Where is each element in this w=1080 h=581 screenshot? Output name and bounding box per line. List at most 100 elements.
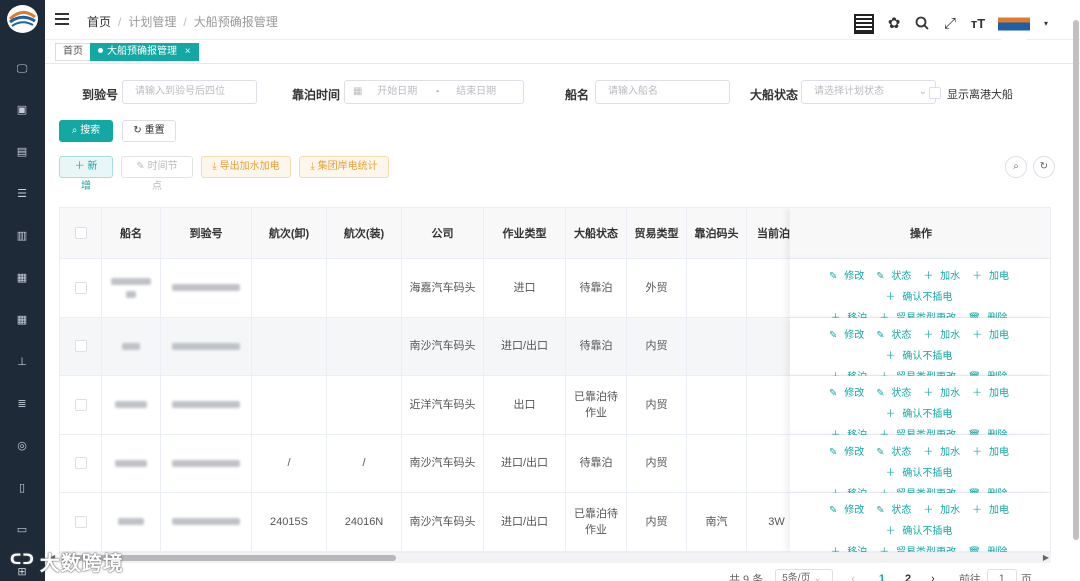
caret-down-icon[interactable]: ▾: [1042, 16, 1050, 32]
cell-op-type: 进口/出口: [484, 434, 566, 493]
action-add-power-link[interactable]: ＋ 加电: [972, 505, 1013, 516]
action-add-power-link[interactable]: ＋ 加电: [972, 388, 1013, 399]
mobile-icon[interactable]: ▯: [15, 481, 29, 495]
avatar[interactable]: [998, 8, 1030, 40]
action-label: 状态: [891, 388, 912, 399]
action-add-power-link[interactable]: ＋ 加电: [972, 330, 1013, 341]
list-icon[interactable]: ☰: [15, 187, 29, 201]
org-chart-icon[interactable]: ⊥: [15, 355, 29, 369]
page-size-value: 5条/页: [782, 573, 811, 581]
row-checkbox[interactable]: [74, 398, 87, 411]
horizontal-scrollbar[interactable]: ◀ ▶: [49, 553, 1051, 563]
checklist-icon[interactable]: ≣: [15, 397, 29, 411]
row-actions: ✎ 修改✎ 状态＋ 加水＋ 加电＋ 确认不插电＋ 移泊＋ 贸易类型更改🗑 删除: [790, 259, 1050, 324]
breadcrumb-home[interactable]: 首页: [87, 15, 111, 29]
reset-button[interactable]: ↻ 重置: [122, 120, 176, 142]
export-water-power-button[interactable]: ⤓ 导出加水加电: [201, 156, 291, 178]
next-page-icon[interactable]: ›: [931, 573, 935, 581]
grid-icon[interactable]: ▦: [15, 313, 29, 327]
search-icon[interactable]: [914, 16, 930, 32]
action-add-power-link[interactable]: ＋ 加电: [972, 271, 1013, 282]
document-edit-icon[interactable]: ▤: [15, 145, 29, 159]
action-status-link[interactable]: ✎ 状态: [876, 330, 915, 341]
time-node-button[interactable]: ✎ 时间节点: [121, 156, 193, 192]
cell-company: 海嘉汽车码头: [402, 259, 484, 318]
goto-page-input[interactable]: 1: [986, 569, 1017, 581]
action-add-power-link[interactable]: ＋ 加电: [972, 447, 1013, 458]
action-status-link[interactable]: ✎ 状态: [876, 388, 915, 399]
monitor-icon[interactable]: 🖵: [15, 62, 29, 76]
action-add-water-link[interactable]: ＋ 加水: [923, 447, 964, 458]
row-select-cell: [60, 259, 102, 318]
show-departed-checkbox[interactable]: [929, 87, 941, 99]
ship-name-redacted: [111, 277, 151, 285]
briefcase-icon[interactable]: ▣: [15, 103, 29, 117]
action-status-link[interactable]: ✎ 状态: [876, 271, 915, 282]
select-all-checkbox[interactable]: [74, 227, 87, 239]
tag-home[interactable]: 首页: [55, 43, 91, 61]
ship-name-redacted: [118, 518, 144, 526]
page-size-select[interactable]: 5条/页 ⌄: [775, 569, 834, 581]
row-checkbox[interactable]: [74, 340, 87, 353]
qr-code-icon[interactable]: [854, 14, 874, 34]
berth-time-range[interactable]: ▦ 开始日期 - 结束日期: [344, 80, 524, 104]
status-select[interactable]: 请选择计划状态 ⌄: [801, 80, 936, 104]
action-confirm-no-plug-link[interactable]: ＋ 确认不插电: [886, 409, 957, 420]
action-edit-link[interactable]: ✎ 修改: [829, 505, 868, 516]
action-add-water-link[interactable]: ＋ 加水: [923, 505, 964, 516]
file-icon[interactable]: ▥: [15, 229, 29, 243]
row-select-cell: [60, 434, 102, 493]
page-2[interactable]: 2: [905, 573, 911, 581]
row-select-cell: [60, 317, 102, 376]
main-content: 到验号 请输入到验号后四位 靠泊时间 ▦ 开始日期 - 结束日期 船名 请输入船…: [45, 64, 1080, 581]
row-checkbox[interactable]: [74, 515, 87, 528]
refresh-icon[interactable]: ↻: [1033, 156, 1055, 178]
action-status-link[interactable]: ✎ 状态: [876, 447, 915, 458]
arrival-no-input[interactable]: 请输入到验号后四位: [122, 80, 257, 104]
vertical-scrollbar[interactable]: [1071, 20, 1080, 581]
font-size-icon[interactable]: тT: [970, 16, 986, 32]
ship-name-redacted: [115, 459, 147, 467]
action-add-water-link[interactable]: ＋ 加水: [923, 330, 964, 341]
toggle-search-icon[interactable]: ⌕: [1005, 156, 1027, 178]
action-confirm-no-plug-link[interactable]: ＋ 确认不插电: [886, 468, 957, 479]
fullscreen-icon[interactable]: ⤢: [942, 16, 958, 32]
cell-status: 待靠泊: [566, 259, 627, 318]
page-1[interactable]: 1: [879, 573, 885, 581]
action-edit-link[interactable]: ✎ 修改: [829, 388, 868, 399]
action-confirm-no-plug-link[interactable]: ＋ 确认不插电: [886, 292, 957, 303]
action-edit-link[interactable]: ✎ 修改: [829, 330, 868, 341]
cell-voy-load: /: [327, 434, 402, 493]
row-select-cell: [60, 376, 102, 435]
action-edit-link[interactable]: ✎ 修改: [829, 271, 868, 282]
scroll-right-icon[interactable]: ▶: [1043, 553, 1049, 563]
settings-flower-icon[interactable]: ✿: [886, 16, 902, 32]
row-checkbox[interactable]: [74, 457, 87, 470]
action-status-link[interactable]: ✎ 状态: [876, 505, 915, 516]
row-checkbox[interactable]: [74, 281, 87, 294]
prev-page-icon[interactable]: ‹: [851, 573, 855, 581]
action-add-water-link[interactable]: ＋ 加水: [923, 388, 964, 399]
search-button[interactable]: ⌕ 搜索: [59, 120, 113, 142]
tag-close-icon[interactable]: ×: [185, 46, 191, 57]
action-add-water-link[interactable]: ＋ 加水: [923, 271, 964, 282]
cell-op-type: 进口/出口: [484, 493, 566, 552]
cell-arrival-no: [161, 493, 252, 552]
ship-name-input[interactable]: 请输入船名: [595, 80, 730, 104]
app-logo[interactable]: [7, 5, 38, 33]
group-shore-power-button[interactable]: ⤓ 集团岸电统计: [299, 156, 389, 178]
menu-toggle-icon[interactable]: [55, 13, 69, 25]
action-confirm-no-plug-link[interactable]: ＋ 确认不插电: [886, 351, 957, 362]
window-icon[interactable]: ▭: [15, 523, 29, 537]
add-button[interactable]: ＋ 新增: [59, 156, 113, 192]
cell-voy-load: [327, 317, 402, 376]
table-icon[interactable]: ▦: [15, 271, 29, 285]
action-label: 加水: [940, 388, 961, 399]
vertical-scroll-thumb[interactable]: [1073, 20, 1079, 540]
lifebuoy-icon[interactable]: ◎: [15, 439, 29, 453]
action-confirm-no-plug-link[interactable]: ＋ 确认不插电: [886, 526, 957, 537]
search-button-label: 搜索: [80, 125, 101, 136]
action-edit-link[interactable]: ✎ 修改: [829, 447, 868, 458]
tag-current[interactable]: 大船预确报管理 ×: [90, 43, 199, 61]
action-label: 加电: [988, 329, 1009, 341]
